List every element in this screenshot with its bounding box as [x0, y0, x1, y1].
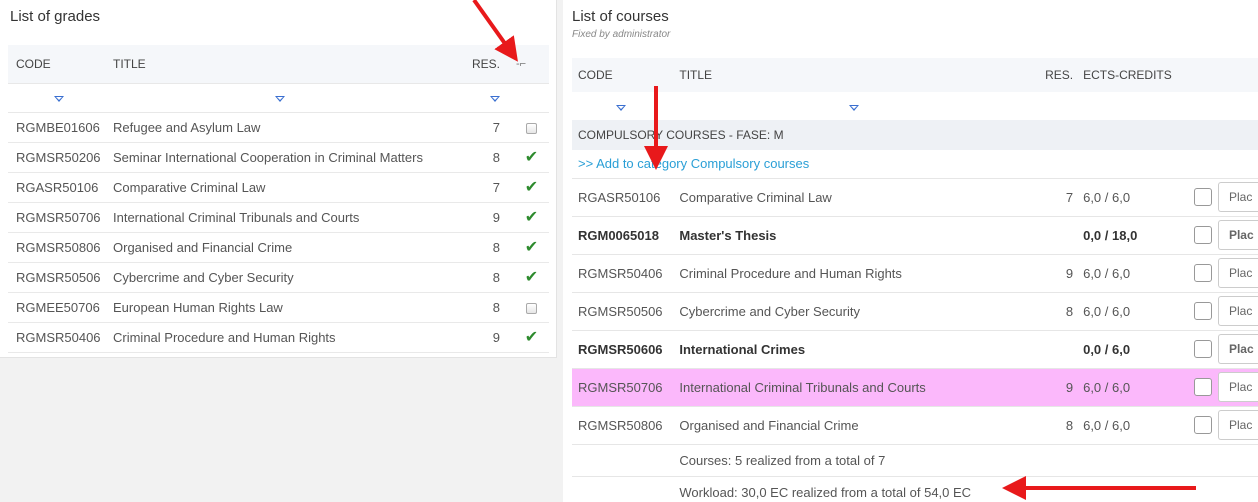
- annotation-arrows: [472, 0, 1196, 500]
- annotation-arrow-sort: [472, 0, 518, 62]
